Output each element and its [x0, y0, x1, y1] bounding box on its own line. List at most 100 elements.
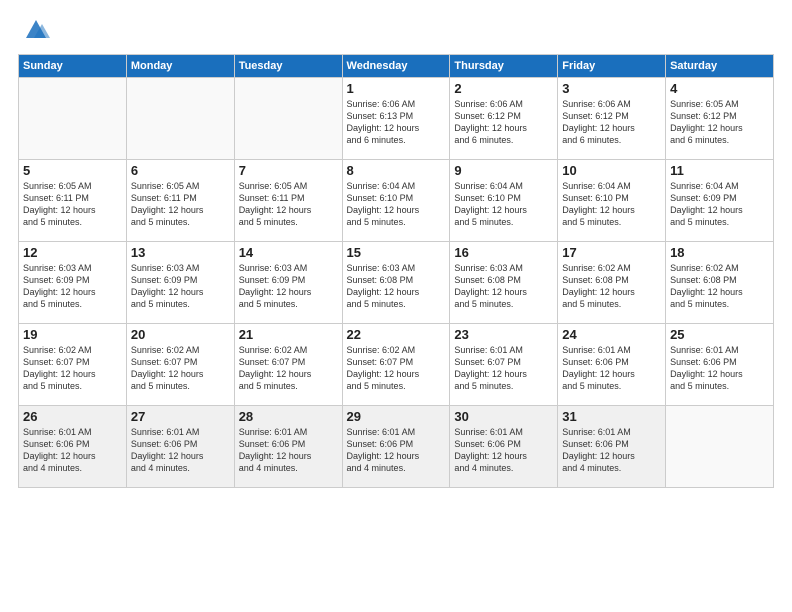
- weekday-header-row: SundayMondayTuesdayWednesdayThursdayFrid…: [19, 55, 774, 78]
- weekday-thursday: Thursday: [450, 55, 558, 78]
- day-number: 11: [670, 163, 769, 178]
- week-row-2: 12 Sunrise: 6:03 AM Sunset: 6:09 PM Dayli…: [19, 242, 774, 324]
- calendar-cell: 16 Sunrise: 6:03 AM Sunset: 6:08 PM Dayli…: [450, 242, 558, 324]
- day-number: 10: [562, 163, 661, 178]
- day-info: Sunrise: 6:02 AM Sunset: 6:07 PM Dayligh…: [239, 344, 338, 393]
- day-number: 26: [23, 409, 122, 424]
- day-number: 20: [131, 327, 230, 342]
- day-info: Sunrise: 6:05 AM Sunset: 6:11 PM Dayligh…: [131, 180, 230, 229]
- calendar-cell: [234, 78, 342, 160]
- calendar-cell: 23 Sunrise: 6:01 AM Sunset: 6:07 PM Dayli…: [450, 324, 558, 406]
- calendar-cell: 17 Sunrise: 6:02 AM Sunset: 6:08 PM Dayli…: [558, 242, 666, 324]
- day-info: Sunrise: 6:04 AM Sunset: 6:10 PM Dayligh…: [562, 180, 661, 229]
- day-number: 29: [347, 409, 446, 424]
- calendar-cell: [126, 78, 234, 160]
- calendar-cell: 24 Sunrise: 6:01 AM Sunset: 6:06 PM Dayli…: [558, 324, 666, 406]
- day-info: Sunrise: 6:05 AM Sunset: 6:12 PM Dayligh…: [670, 98, 769, 147]
- calendar: SundayMondayTuesdayWednesdayThursdayFrid…: [18, 54, 774, 488]
- header: [18, 16, 774, 44]
- calendar-cell: 3 Sunrise: 6:06 AM Sunset: 6:12 PM Daylig…: [558, 78, 666, 160]
- day-info: Sunrise: 6:04 AM Sunset: 6:10 PM Dayligh…: [454, 180, 553, 229]
- day-info: Sunrise: 6:02 AM Sunset: 6:08 PM Dayligh…: [670, 262, 769, 311]
- calendar-cell: 4 Sunrise: 6:05 AM Sunset: 6:12 PM Daylig…: [666, 78, 774, 160]
- calendar-cell: 9Sunrise: 6:04 AM Sunset: 6:10 PM Daylig…: [450, 160, 558, 242]
- day-number: 2: [454, 81, 553, 96]
- day-info: Sunrise: 6:01 AM Sunset: 6:06 PM Dayligh…: [562, 344, 661, 393]
- day-number: 30: [454, 409, 553, 424]
- day-number: 28: [239, 409, 338, 424]
- day-number: 24: [562, 327, 661, 342]
- day-info: Sunrise: 6:01 AM Sunset: 6:06 PM Dayligh…: [670, 344, 769, 393]
- calendar-cell: 10 Sunrise: 6:04 AM Sunset: 6:10 PM Dayli…: [558, 160, 666, 242]
- day-info: Sunrise: 6:03 AM Sunset: 6:09 PM Dayligh…: [239, 262, 338, 311]
- weekday-sunday: Sunday: [19, 55, 127, 78]
- logo: [18, 16, 50, 44]
- day-info: Sunrise: 6:01 AM Sunset: 6:07 PM Dayligh…: [454, 344, 553, 393]
- day-info: Sunrise: 6:01 AM Sunset: 6:06 PM Dayligh…: [131, 426, 230, 475]
- day-number: 25: [670, 327, 769, 342]
- calendar-cell: 6 Sunrise: 6:05 AM Sunset: 6:11 PM Daylig…: [126, 160, 234, 242]
- day-number: 6: [131, 163, 230, 178]
- day-info: Sunrise: 6:02 AM Sunset: 6:07 PM Dayligh…: [23, 344, 122, 393]
- day-number: 18: [670, 245, 769, 260]
- day-number: 15: [347, 245, 446, 260]
- calendar-cell: 29 Sunrise: 6:01 AM Sunset: 6:06 PM Dayli…: [342, 406, 450, 488]
- calendar-cell: 7Sunrise: 6:05 AM Sunset: 6:11 PM Daylig…: [234, 160, 342, 242]
- logo-icon: [22, 16, 50, 44]
- day-number: 8: [347, 163, 446, 178]
- calendar-cell: [666, 406, 774, 488]
- day-number: 21: [239, 327, 338, 342]
- day-number: 27: [131, 409, 230, 424]
- day-info: Sunrise: 6:03 AM Sunset: 6:08 PM Dayligh…: [454, 262, 553, 311]
- calendar-cell: 12 Sunrise: 6:03 AM Sunset: 6:09 PM Dayli…: [19, 242, 127, 324]
- day-number: 23: [454, 327, 553, 342]
- day-number: 13: [131, 245, 230, 260]
- day-info: Sunrise: 6:02 AM Sunset: 6:07 PM Dayligh…: [131, 344, 230, 393]
- day-number: 31: [562, 409, 661, 424]
- calendar-cell: 25 Sunrise: 6:01 AM Sunset: 6:06 PM Dayli…: [666, 324, 774, 406]
- day-number: 12: [23, 245, 122, 260]
- week-row-3: 19 Sunrise: 6:02 AM Sunset: 6:07 PM Dayli…: [19, 324, 774, 406]
- calendar-cell: 26Sunrise: 6:01 AM Sunset: 6:06 PM Dayli…: [19, 406, 127, 488]
- calendar-cell: 20 Sunrise: 6:02 AM Sunset: 6:07 PM Dayli…: [126, 324, 234, 406]
- day-info: Sunrise: 6:01 AM Sunset: 6:06 PM Dayligh…: [454, 426, 553, 475]
- day-info: Sunrise: 6:02 AM Sunset: 6:08 PM Dayligh…: [562, 262, 661, 311]
- day-number: 22: [347, 327, 446, 342]
- day-info: Sunrise: 6:06 AM Sunset: 6:12 PM Dayligh…: [562, 98, 661, 147]
- day-info: Sunrise: 6:04 AM Sunset: 6:09 PM Dayligh…: [670, 180, 769, 229]
- day-info: Sunrise: 6:01 AM Sunset: 6:06 PM Dayligh…: [347, 426, 446, 475]
- calendar-cell: 15 Sunrise: 6:03 AM Sunset: 6:08 PM Dayli…: [342, 242, 450, 324]
- day-number: 1: [347, 81, 446, 96]
- day-number: 7: [239, 163, 338, 178]
- day-number: 16: [454, 245, 553, 260]
- calendar-cell: 31 Sunrise: 6:01 AM Sunset: 6:06 PM Dayli…: [558, 406, 666, 488]
- day-info: Sunrise: 6:03 AM Sunset: 6:09 PM Dayligh…: [131, 262, 230, 311]
- day-number: 3: [562, 81, 661, 96]
- calendar-cell: 27 Sunrise: 6:01 AM Sunset: 6:06 PM Dayli…: [126, 406, 234, 488]
- week-row-1: 5 Sunrise: 6:05 AM Sunset: 6:11 PM Daylig…: [19, 160, 774, 242]
- calendar-cell: 28Sunrise: 6:01 AM Sunset: 6:06 PM Dayli…: [234, 406, 342, 488]
- calendar-cell: [19, 78, 127, 160]
- day-number: 19: [23, 327, 122, 342]
- calendar-cell: 1 Sunrise: 6:06 AM Sunset: 6:13 PM Daylig…: [342, 78, 450, 160]
- day-info: Sunrise: 6:01 AM Sunset: 6:06 PM Dayligh…: [562, 426, 661, 475]
- page: SundayMondayTuesdayWednesdayThursdayFrid…: [0, 0, 792, 612]
- calendar-cell: 19 Sunrise: 6:02 AM Sunset: 6:07 PM Dayli…: [19, 324, 127, 406]
- day-info: Sunrise: 6:06 AM Sunset: 6:12 PM Dayligh…: [454, 98, 553, 147]
- day-info: Sunrise: 6:04 AM Sunset: 6:10 PM Dayligh…: [347, 180, 446, 229]
- weekday-wednesday: Wednesday: [342, 55, 450, 78]
- day-number: 17: [562, 245, 661, 260]
- day-info: Sunrise: 6:06 AM Sunset: 6:13 PM Dayligh…: [347, 98, 446, 147]
- weekday-monday: Monday: [126, 55, 234, 78]
- day-info: Sunrise: 6:02 AM Sunset: 6:07 PM Dayligh…: [347, 344, 446, 393]
- calendar-cell: 18 Sunrise: 6:02 AM Sunset: 6:08 PM Dayli…: [666, 242, 774, 324]
- calendar-cell: 14Sunrise: 6:03 AM Sunset: 6:09 PM Dayli…: [234, 242, 342, 324]
- calendar-cell: 30 Sunrise: 6:01 AM Sunset: 6:06 PM Dayli…: [450, 406, 558, 488]
- day-info: Sunrise: 6:03 AM Sunset: 6:09 PM Dayligh…: [23, 262, 122, 311]
- day-info: Sunrise: 6:03 AM Sunset: 6:08 PM Dayligh…: [347, 262, 446, 311]
- calendar-cell: 13 Sunrise: 6:03 AM Sunset: 6:09 PM Dayli…: [126, 242, 234, 324]
- week-row-4: 26 Sunrise: 6:01 AM Sunset: 6:06 PM Dayli…: [19, 406, 774, 488]
- calendar-cell: 21 Sunrise: 6:02 AM Sunset: 6:07 PM Dayli…: [234, 324, 342, 406]
- day-number: 5: [23, 163, 122, 178]
- day-number: 4: [670, 81, 769, 96]
